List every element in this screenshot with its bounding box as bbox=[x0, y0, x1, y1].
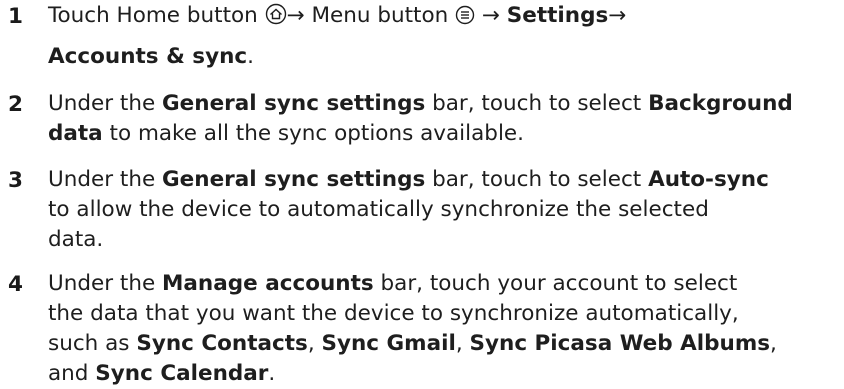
bold-term: Background bbox=[648, 91, 793, 116]
line-text: → Menu button bbox=[286, 3, 456, 28]
line-text: to allow the device to automatically syn… bbox=[48, 197, 709, 222]
line-text: Touch Home button bbox=[48, 3, 265, 28]
step-line: to allow the device to automatically syn… bbox=[48, 195, 838, 225]
line-text: data. bbox=[48, 227, 104, 252]
step-number: 3 bbox=[8, 168, 23, 193]
line-text: bar, touch to select bbox=[425, 167, 649, 192]
line-text: Under the bbox=[48, 91, 163, 116]
step-number: 4 bbox=[8, 272, 23, 297]
home-icon bbox=[265, 3, 287, 34]
step-text: Under the General sync settings bar, tou… bbox=[48, 165, 838, 255]
bold-term: Sync Picasa Web Albums bbox=[469, 331, 771, 356]
bold-term: General sync settings bbox=[162, 167, 426, 192]
step-text: Under the General sync settings bar, tou… bbox=[48, 89, 838, 149]
step-line: data. bbox=[48, 225, 838, 255]
menu-icon bbox=[455, 4, 475, 34]
bold-term: Settings bbox=[506, 3, 609, 28]
bold-term: Auto-sync bbox=[648, 167, 769, 192]
step-line: Under the General sync settings bar, tou… bbox=[48, 89, 838, 119]
line-text: → bbox=[608, 3, 627, 28]
line-text: the data that you want the device to syn… bbox=[48, 301, 739, 326]
bold-term: Sync Contacts bbox=[136, 331, 308, 356]
line-text: , bbox=[455, 331, 470, 356]
bold-term: General sync settings bbox=[162, 91, 426, 116]
line-text: , bbox=[770, 331, 777, 356]
step-line: Under the General sync settings bar, tou… bbox=[48, 165, 838, 195]
line-text: , bbox=[307, 331, 322, 356]
step-line: the data that you want the device to syn… bbox=[48, 299, 838, 329]
line-text: → bbox=[475, 3, 507, 28]
bold-term: Sync Gmail bbox=[321, 331, 456, 356]
step-line: data to make all the sync options availa… bbox=[48, 119, 838, 149]
step-number: 1 bbox=[8, 4, 23, 29]
step-line: Touch Home button → Menu button → Settin… bbox=[48, 1, 838, 34]
line-text: to make all the sync options available. bbox=[102, 121, 524, 146]
step-line: and Sync Calendar. bbox=[48, 359, 838, 389]
step-text: Touch Home button → Menu button → Settin… bbox=[48, 1, 838, 72]
bold-term: Manage accounts bbox=[162, 271, 374, 296]
bold-term: Accounts & sync bbox=[48, 44, 248, 69]
step-number: 2 bbox=[8, 92, 23, 117]
step-line: such as Sync Contacts, Sync Gmail, Sync … bbox=[48, 329, 838, 359]
bold-term: Sync Calendar bbox=[95, 361, 269, 386]
line-text: Under the bbox=[48, 167, 163, 192]
step-line: Accounts & sync. bbox=[48, 42, 838, 72]
step-line: Under the Manage accounts bar, touch you… bbox=[48, 269, 838, 299]
line-text: . bbox=[268, 361, 276, 386]
line-text: such as bbox=[48, 331, 137, 356]
line-text: bar, touch your account to select bbox=[373, 271, 738, 296]
bold-term: data bbox=[48, 121, 103, 146]
line-text: and bbox=[48, 361, 96, 386]
step-text: Under the Manage accounts bar, touch you… bbox=[48, 269, 838, 389]
line-text: bar, touch to select bbox=[425, 91, 649, 116]
line-text: . bbox=[247, 44, 255, 69]
line-text: Under the bbox=[48, 271, 163, 296]
